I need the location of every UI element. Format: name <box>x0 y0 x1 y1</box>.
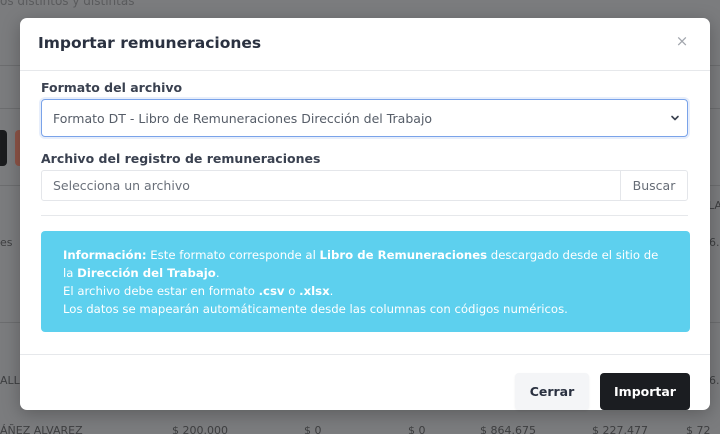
import-button[interactable]: Importar <box>600 373 690 410</box>
background-cell: $ 200.000 <box>172 424 228 434</box>
info-text: . <box>329 284 334 298</box>
info-format-xlsx: .xlsx <box>299 284 330 298</box>
body-divider <box>41 215 688 216</box>
close-icon[interactable]: × <box>674 33 690 49</box>
info-format-csv: .csv <box>258 284 285 298</box>
background-cell: $ 0 <box>304 424 322 434</box>
info-bold-text: Dirección del Trabajo <box>77 266 216 280</box>
chevron-down-icon <box>671 115 679 121</box>
background-cell: $ 227.477 <box>592 424 648 434</box>
cancel-button[interactable]: Cerrar <box>515 373 589 410</box>
background-cell: $ 72 <box>686 424 711 434</box>
info-bold-text: Libro de Remuneraciones <box>319 248 488 262</box>
info-text: . <box>215 266 220 280</box>
browse-button[interactable]: Buscar <box>620 171 687 200</box>
background-cell: 6. <box>709 236 720 249</box>
background-cell: $ 0 <box>408 424 426 434</box>
modal-title: Importar remuneraciones <box>38 34 262 52</box>
background-row-label: ÁÑEZ ALVAREZ <box>0 424 83 434</box>
info-alert: Información: Este formato corresponde al… <box>41 231 690 332</box>
file-label: Archivo del registro de remuneraciones <box>41 151 321 166</box>
format-select-value: Formato DT - Libro de Remuneraciones Dir… <box>53 111 433 126</box>
background-button <box>0 130 7 166</box>
background-cell: $ 864.675 <box>480 424 536 434</box>
background-top-text: os distintos y distintas <box>0 0 135 8</box>
background-row-label: es <box>0 236 13 249</box>
header-divider <box>20 70 710 71</box>
info-text: Este formato corresponde al <box>146 248 320 262</box>
info-line-3: Los datos se mapearán automáticamente de… <box>63 302 568 316</box>
format-label: Formato del archivo <box>41 80 183 95</box>
info-line-1: Información: Este formato corresponde al… <box>63 246 668 282</box>
footer-divider <box>20 354 710 355</box>
info-prefix: Información: <box>63 248 147 262</box>
file-placeholder: Selecciona un archivo <box>53 178 190 193</box>
info-text: o <box>284 284 300 298</box>
info-text: El archivo debe estar en formato <box>63 284 259 298</box>
file-input[interactable]: Selecciona un archivo Buscar <box>41 170 688 201</box>
format-select[interactable]: Formato DT - Libro de Remuneraciones Dir… <box>41 99 688 137</box>
info-line-2: El archivo debe estar en formato .csv o … <box>63 282 668 300</box>
background-cell: 6. <box>709 374 720 387</box>
import-modal: Importar remuneraciones × Formato del ar… <box>20 18 710 410</box>
